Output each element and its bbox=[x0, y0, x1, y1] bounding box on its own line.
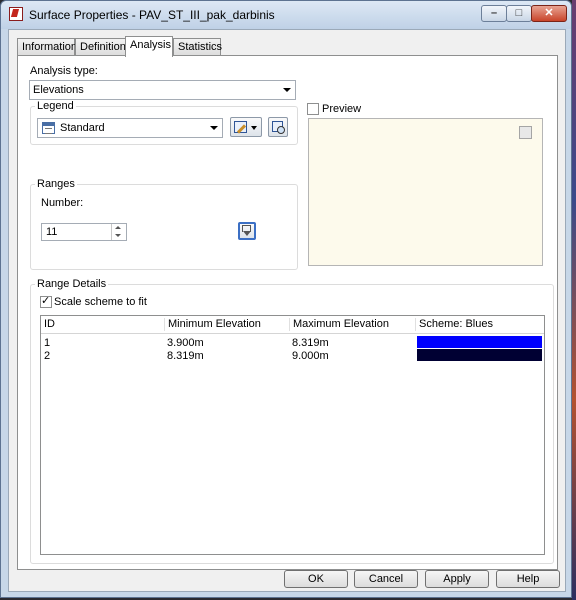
legend-style-select[interactable]: Standard bbox=[37, 118, 223, 138]
help-button[interactable]: Help bbox=[496, 570, 560, 588]
minimize-icon: – bbox=[490, 7, 498, 19]
preview-label: Preview bbox=[322, 103, 362, 115]
legend-group-label: Legend bbox=[35, 100, 76, 112]
tab-analysis[interactable]: Analysis bbox=[125, 36, 173, 57]
column-divider[interactable] bbox=[415, 318, 416, 331]
column-divider[interactable] bbox=[289, 318, 290, 331]
list-header: ID Minimum Elevation Maximum Elevation S… bbox=[41, 316, 544, 334]
range-details-group-label: Range Details bbox=[35, 278, 109, 290]
tab-statistics[interactable]: Statistics bbox=[173, 38, 222, 56]
ranges-number-label: Number: bbox=[41, 197, 84, 209]
row-id: 1 bbox=[44, 337, 51, 349]
spinner-arrows[interactable] bbox=[111, 224, 126, 240]
spin-up-icon bbox=[115, 226, 121, 229]
row-max-elevation: 8.319m bbox=[292, 337, 329, 349]
arrow-down-icon bbox=[243, 231, 251, 236]
row-min-elevation: 8.319m bbox=[167, 350, 204, 362]
window-title: Surface Properties - PAV_ST_III_pak_darb… bbox=[29, 8, 275, 22]
apply-button[interactable]: Apply bbox=[425, 570, 489, 588]
civil3d-app-icon bbox=[9, 7, 23, 21]
tab-definition[interactable]: Definition bbox=[75, 38, 127, 56]
legend-preview-button[interactable] bbox=[268, 117, 288, 137]
legend-table-icon bbox=[42, 122, 55, 134]
calculate-ranges-button[interactable] bbox=[238, 222, 256, 240]
column-header-min-elevation[interactable]: Minimum Elevation bbox=[168, 318, 261, 333]
range-details-list[interactable]: ID Minimum Elevation Maximum Elevation S… bbox=[40, 315, 545, 555]
table-row[interactable]: 2 8.319m 9.000m bbox=[41, 349, 544, 363]
spin-down-icon bbox=[115, 234, 121, 237]
row-max-elevation: 9.000m bbox=[292, 350, 329, 362]
surface-properties-dialog: Surface Properties - PAV_ST_III_pak_darb… bbox=[0, 0, 572, 598]
minimize-button[interactable]: – bbox=[481, 5, 507, 22]
row-scheme-color[interactable] bbox=[417, 349, 542, 361]
dialog-client-area: Information Definition Analysis Statisti… bbox=[8, 29, 566, 592]
preview-thumbnail-icon bbox=[519, 126, 532, 139]
column-divider[interactable] bbox=[164, 318, 165, 331]
ok-button[interactable]: OK bbox=[284, 570, 348, 588]
close-icon: ✕ bbox=[544, 7, 554, 19]
ranges-group-label: Ranges bbox=[35, 178, 77, 190]
chevron-down-icon bbox=[251, 126, 257, 130]
maximize-icon: □ bbox=[515, 7, 523, 19]
analysis-type-value: Elevations bbox=[33, 84, 84, 96]
cancel-button[interactable]: Cancel bbox=[354, 570, 418, 588]
column-header-id[interactable]: ID bbox=[44, 318, 55, 333]
title-bar[interactable]: Surface Properties - PAV_ST_III_pak_darb… bbox=[1, 1, 571, 29]
close-button[interactable]: ✕ bbox=[531, 5, 567, 22]
row-id: 2 bbox=[44, 350, 51, 362]
analysis-type-label: Analysis type: bbox=[30, 65, 98, 77]
analysis-type-select[interactable]: Elevations bbox=[29, 80, 296, 100]
analysis-panel: Analysis type: Elevations Legend Standar… bbox=[17, 55, 558, 570]
row-min-elevation: 3.900m bbox=[167, 337, 204, 349]
column-header-max-elevation[interactable]: Maximum Elevation bbox=[293, 318, 389, 333]
ranges-number-spinner[interactable]: 11 bbox=[41, 223, 127, 241]
row-scheme-color[interactable] bbox=[417, 336, 542, 348]
column-header-scheme[interactable]: Scheme: Blues bbox=[419, 318, 493, 333]
desktop-background bbox=[572, 0, 576, 600]
tab-information[interactable]: Information bbox=[17, 38, 77, 56]
preview-checkbox[interactable] bbox=[307, 103, 319, 115]
legend-style-value: Standard bbox=[60, 122, 105, 134]
ranges-number-value: 11 bbox=[46, 226, 58, 238]
scale-scheme-label: Scale scheme to fit bbox=[54, 296, 147, 308]
scale-scheme-checkbox[interactable] bbox=[40, 294, 52, 308]
maximize-button[interactable]: □ bbox=[506, 5, 532, 22]
chevron-down-icon bbox=[210, 126, 218, 130]
legend-edit-style-button[interactable] bbox=[230, 117, 262, 137]
preview-area bbox=[308, 118, 543, 266]
magnifier-icon bbox=[277, 126, 285, 134]
chevron-down-icon bbox=[283, 88, 291, 92]
